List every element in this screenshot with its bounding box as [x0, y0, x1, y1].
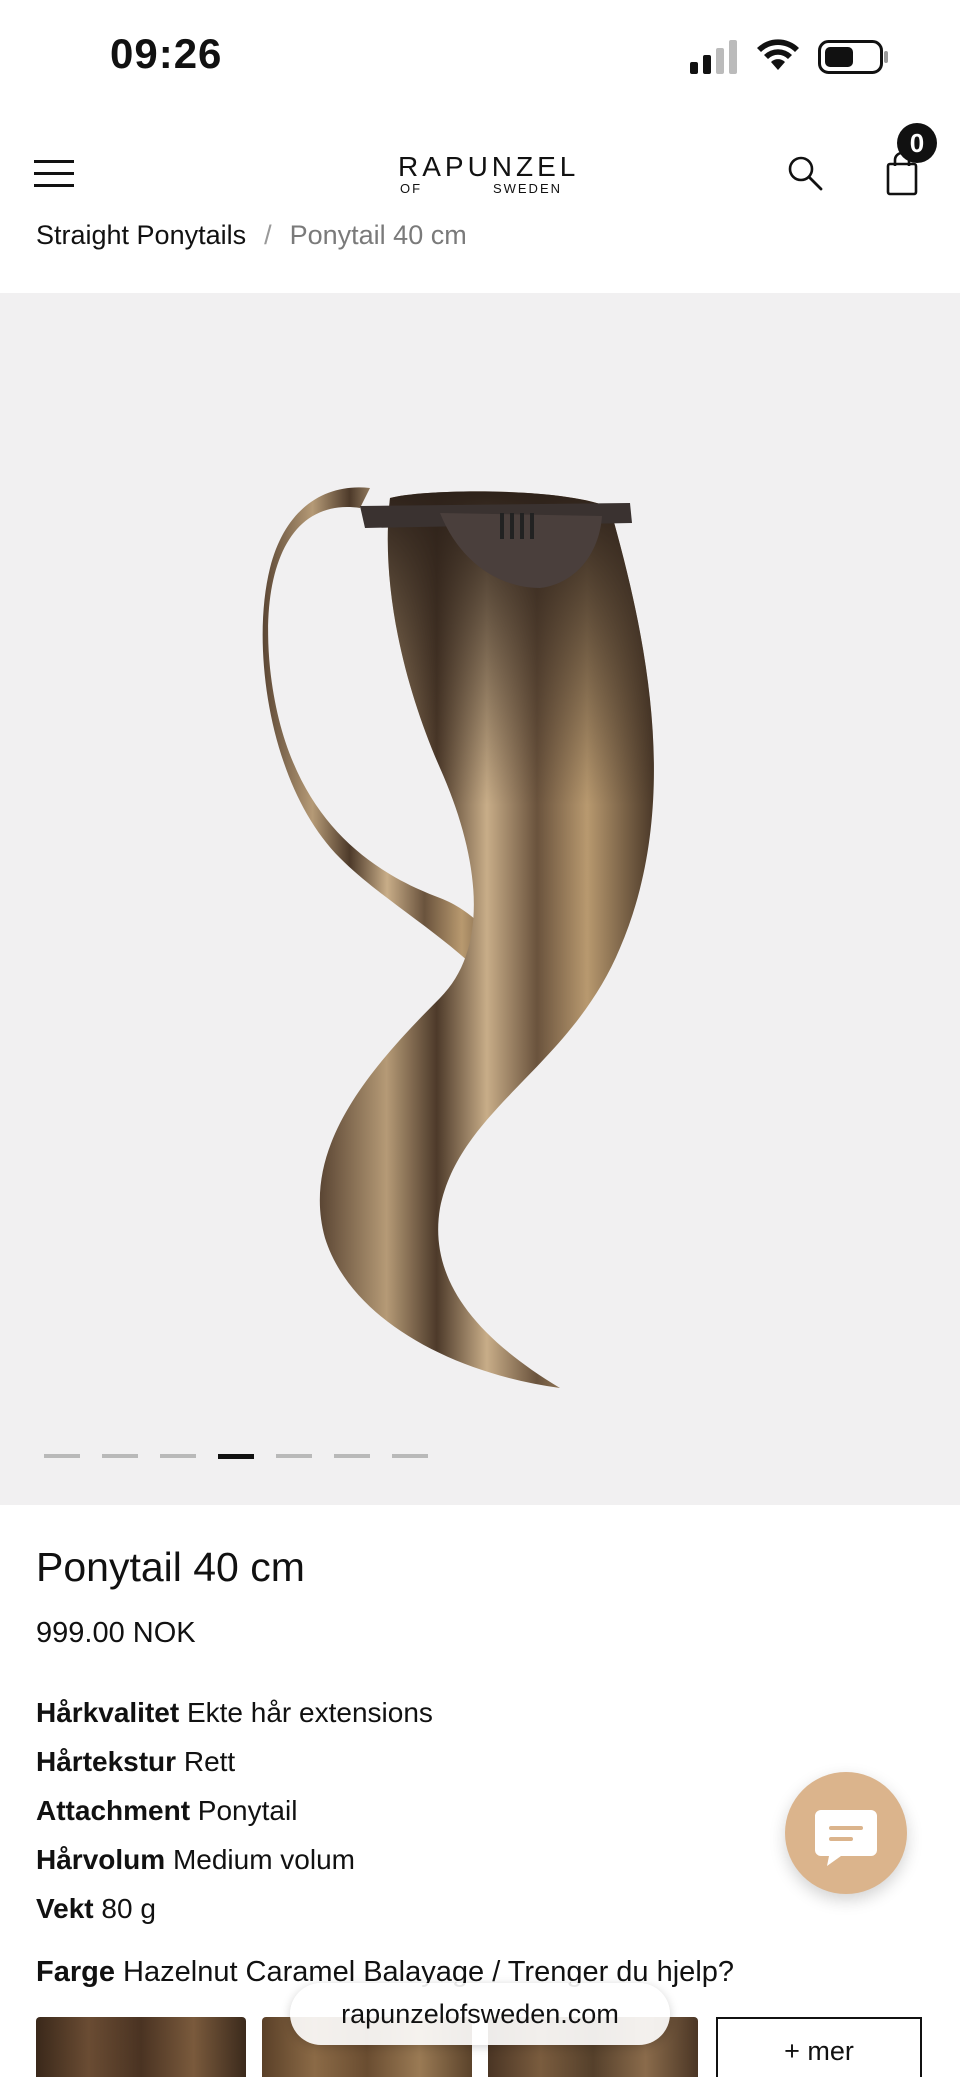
- logo-of: OF: [400, 181, 423, 196]
- gallery-dot-6[interactable]: [334, 1454, 370, 1458]
- gallery-dot-4[interactable]: [218, 1454, 254, 1459]
- attribute-value: 80 g: [101, 1893, 156, 1924]
- attribute-row: Hårvolum Medium volum: [36, 1835, 433, 1884]
- gallery-dot-1[interactable]: [44, 1454, 80, 1458]
- attribute-value: Medium volum: [172, 1844, 355, 1875]
- site-header: RAPUNZEL OF SWEDEN: [0, 110, 960, 225]
- breadcrumb-separator: /: [264, 220, 272, 250]
- breadcrumb-link-straight-ponytails[interactable]: Straight Ponytails: [36, 220, 246, 250]
- brand-logo[interactable]: RAPUNZEL OF SWEDEN: [398, 151, 580, 202]
- breadcrumb: Straight Ponytails / Ponytail 40 cm: [36, 220, 467, 254]
- product-image-gallery[interactable]: [0, 293, 960, 1505]
- gallery-dot-5[interactable]: [276, 1454, 312, 1458]
- attribute-row: Attachment Ponytail: [36, 1786, 433, 1835]
- attribute-label: Vekt: [36, 1893, 94, 1924]
- attribute-value: Rett: [183, 1746, 236, 1777]
- hamburger-icon: [34, 160, 74, 163]
- browser-url-bar[interactable]: rapunzelofsweden.com: [290, 1983, 670, 2045]
- menu-button[interactable]: [34, 160, 74, 188]
- chat-button[interactable]: [785, 1772, 907, 1894]
- attribute-label: Hårvolum: [36, 1844, 166, 1875]
- status-bar: 09:26: [0, 0, 960, 110]
- product-attributes: Hårkvalitet Ekte hår extensions Hårtekst…: [36, 1688, 433, 1933]
- wifi-icon: [757, 39, 799, 70]
- gallery-pagination: [44, 1454, 428, 1459]
- logo-text: RAPUNZEL: [398, 151, 580, 182]
- product-image-ponytail: [262, 487, 654, 1388]
- attribute-row: Hårtekstur Rett: [36, 1737, 433, 1786]
- color-label: Farge: [36, 1956, 115, 1988]
- logo-sweden: SWEDEN: [492, 181, 562, 196]
- product-title: Ponytail 40 cm: [36, 1544, 305, 1590]
- attribute-label: Hårtekstur: [36, 1746, 177, 1777]
- search-icon: [788, 156, 823, 191]
- status-time: 09:26: [110, 30, 223, 77]
- cellular-signal-icon: [690, 40, 737, 74]
- attribute-value: Ponytail: [197, 1795, 298, 1826]
- gallery-dot-3[interactable]: [160, 1454, 196, 1458]
- more-colors-button[interactable]: + mer: [716, 2017, 922, 2077]
- product-price: 999.00 NOK: [36, 1617, 196, 1649]
- color-swatch-1[interactable]: [36, 2017, 246, 2077]
- attribute-value: Ekte hår extensions: [186, 1697, 433, 1728]
- gallery-dot-7[interactable]: [392, 1454, 428, 1458]
- cart-count-badge: 0: [897, 123, 937, 163]
- chat-bubble-icon: [815, 1810, 877, 1866]
- attribute-row: Hårkvalitet Ekte hår extensions: [36, 1688, 433, 1737]
- attribute-label: Hårkvalitet: [36, 1697, 180, 1728]
- attribute-row: Vekt 80 g: [36, 1884, 433, 1933]
- search-button[interactable]: [785, 153, 825, 193]
- attribute-label: Attachment: [36, 1795, 191, 1826]
- breadcrumb-current: Ponytail 40 cm: [289, 220, 467, 250]
- gallery-dot-2[interactable]: [102, 1454, 138, 1458]
- battery-icon: [818, 40, 888, 74]
